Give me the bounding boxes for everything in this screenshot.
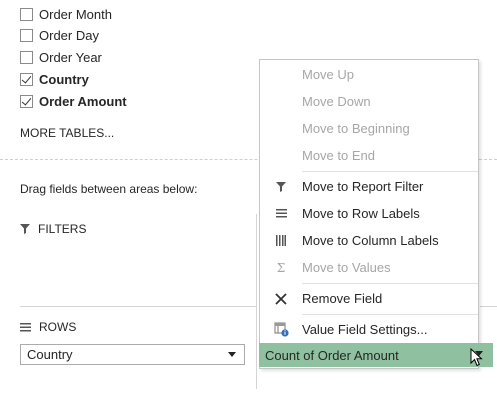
remove-icon (260, 292, 302, 305)
field-label: Order Year (39, 49, 102, 65)
field-settings-icon (260, 322, 302, 337)
menu-separator (302, 283, 478, 284)
field-label: Order Day (39, 27, 99, 43)
menu-item-label: Move to Beginning (302, 121, 410, 136)
menu-item-move-to-row-labels[interactable]: Move to Row Labels (260, 200, 478, 227)
values-field-label: Count of Order Amount (265, 347, 399, 363)
field-item-country[interactable]: Country (20, 69, 89, 89)
menu-item-label: Move Down (302, 94, 371, 109)
area-divider-horizontal-right (480, 306, 497, 307)
rows-label: ROWS (39, 320, 77, 334)
rows-field-value: Country (27, 347, 73, 362)
field-checkbox-checked[interactable] (20, 72, 33, 86)
menu-item-label: Move to Column Labels (302, 233, 439, 248)
filter-icon (20, 224, 30, 234)
menu-item-label: Value Field Settings... (302, 322, 428, 337)
field-checkbox[interactable] (20, 7, 33, 21)
rows-area-title: ROWS (20, 320, 76, 334)
field-checkbox-checked[interactable] (20, 94, 33, 108)
mouse-cursor-icon (470, 347, 484, 371)
menu-item-move-to-values[interactable]: Σ Move to Values (260, 254, 478, 281)
sigma-icon: Σ (276, 260, 286, 275)
menu-item-move-to-beginning[interactable]: Move to Beginning (260, 115, 478, 142)
menu-item-move-down[interactable]: Move Down (260, 88, 478, 115)
columns-icon (260, 235, 302, 246)
menu-item-move-to-report-filter[interactable]: Move to Report Filter (260, 173, 478, 200)
menu-item-remove-field[interactable]: Remove Field (260, 285, 478, 312)
menu-item-move-to-column-labels[interactable]: Move to Column Labels (260, 227, 478, 254)
filters-area-title: FILTERS (20, 222, 86, 236)
field-context-menu: Move Up Move Down Move to Beginning Move… (259, 59, 479, 369)
menu-item-value-field-settings[interactable]: Value Field Settings... (260, 316, 478, 343)
rows-field-dropdown[interactable]: Country (20, 344, 245, 365)
menu-item-label: Remove Field (302, 291, 383, 306)
menu-item-move-to-end[interactable]: Move to End (260, 142, 478, 169)
field-item-order-amount[interactable]: Order Amount (20, 91, 127, 111)
filters-label: FILTERS (38, 222, 87, 236)
filter-icon (260, 181, 302, 192)
menu-item-label: Move to Row Labels (302, 206, 420, 221)
menu-item-label: Move to Report Filter (302, 179, 424, 194)
field-item-order-month[interactable]: Order Month (20, 4, 112, 24)
menu-item-move-up[interactable]: Move Up (260, 61, 478, 88)
values-field-count-of-order-amount[interactable]: Count of Order Amount (259, 343, 493, 367)
drag-hint-text: Drag fields between areas below: (20, 182, 198, 196)
area-divider-vertical (256, 214, 257, 389)
dropdown-arrow-icon[interactable] (228, 352, 236, 357)
area-divider-horizontal (20, 306, 256, 307)
field-label: Country (39, 71, 89, 87)
field-item-order-year[interactable]: Order Year (20, 47, 102, 67)
more-tables-link[interactable]: MORE TABLES... (20, 126, 114, 140)
menu-item-label: Move to Values (302, 260, 391, 275)
rows-icon (260, 209, 302, 218)
field-item-order-day[interactable]: Order Day (20, 25, 99, 45)
field-checkbox[interactable] (20, 50, 33, 64)
field-label: Order Amount (39, 93, 127, 109)
menu-separator (302, 171, 478, 172)
rows-icon (20, 322, 31, 332)
menu-separator (302, 314, 478, 315)
menu-item-label: Move to End (302, 148, 375, 163)
field-checkbox[interactable] (20, 28, 33, 42)
field-label: Order Month (39, 6, 112, 22)
menu-item-label: Move Up (302, 67, 355, 82)
